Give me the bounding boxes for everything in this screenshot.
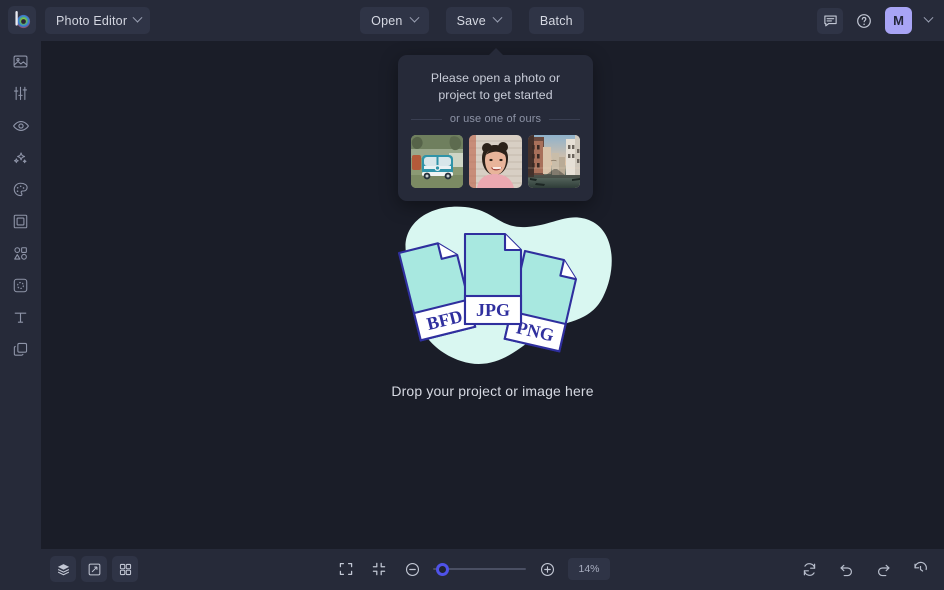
file-card-jpg: JPG	[463, 232, 522, 326]
batch-button-label: Batch	[539, 13, 573, 28]
overlay-icon	[13, 278, 28, 293]
minus-circle-icon	[405, 562, 419, 576]
layers-panel-button[interactable]	[50, 556, 76, 582]
popover-title: Please open a photo or project to get st…	[430, 71, 561, 102]
popover-divider: or use one of ours	[411, 113, 580, 125]
file-card-jpg-label: JPG	[476, 300, 510, 320]
photo-editor-app: Photo Editor Open Save Batch M Please op…	[0, 0, 944, 590]
top-toolbar: Photo Editor Open Save Batch M	[0, 0, 944, 41]
chevron-down-icon	[409, 12, 420, 23]
app-mode-menu[interactable]: Photo Editor	[45, 7, 151, 34]
help-button[interactable]	[852, 9, 876, 33]
divider-line-left	[411, 118, 442, 120]
plus-circle-icon	[540, 562, 554, 576]
zoom-slider-handle[interactable]	[436, 562, 450, 576]
fit-to-screen-icon	[339, 562, 353, 576]
sidebar-item-graphics[interactable]	[6, 242, 36, 265]
open-button-label: Open	[371, 13, 403, 28]
sidebar-item-image[interactable]	[6, 50, 36, 73]
save-button-label: Save	[456, 13, 486, 28]
frame-icon	[13, 214, 28, 229]
resize-button[interactable]	[81, 556, 107, 582]
feedback-button[interactable]	[817, 7, 843, 34]
chevron-down-icon	[923, 12, 933, 23]
sample-thumbnails	[411, 135, 580, 188]
sidebar-item-edit[interactable]	[6, 82, 36, 105]
sidebar-item-text[interactable]	[6, 306, 36, 329]
zoom-level-value[interactable]: 14%	[568, 558, 610, 580]
image-icon	[13, 55, 28, 68]
left-sidebar	[0, 41, 41, 549]
drop-zone-label: Drop your project or image here	[391, 383, 594, 399]
reset-button[interactable]	[797, 557, 821, 581]
chat-bubble-icon	[823, 15, 837, 27]
undo-icon	[839, 564, 852, 576]
van-photo	[411, 135, 464, 188]
sidebar-item-overlays[interactable]	[6, 274, 36, 297]
question-circle-icon	[857, 13, 871, 28]
redo-icon	[877, 564, 890, 576]
chevron-down-icon	[132, 12, 143, 23]
portrait-photo	[469, 135, 522, 188]
sidebar-item-layers[interactable]	[6, 338, 36, 361]
sidebar-item-touchup[interactable]	[6, 114, 36, 137]
text-icon	[14, 312, 27, 323]
sample-thumbnail-portrait[interactable]	[469, 135, 522, 188]
file-drop-illustration: BFD PNG JPG	[397, 206, 612, 365]
sidebar-item-artsy[interactable]	[6, 178, 36, 201]
batch-button[interactable]: Batch	[528, 7, 584, 34]
eye-icon	[12, 120, 29, 131]
zoom-out-button[interactable]	[400, 557, 424, 581]
top-right-actions: M	[817, 6, 935, 35]
save-button[interactable]: Save	[445, 7, 512, 34]
resize-icon	[88, 563, 100, 575]
layers-icon	[13, 342, 28, 356]
history-button[interactable]	[908, 557, 932, 581]
befunky-logo-icon	[15, 11, 31, 29]
sidebar-item-frames[interactable]	[6, 210, 36, 233]
app-logo[interactable]	[8, 6, 36, 34]
open-photo-popover: Please open a photo or project to get st…	[398, 48, 593, 201]
zoom-slider[interactable]	[433, 557, 526, 581]
canvas-area[interactable]: Please open a photo or project to get st…	[41, 41, 944, 549]
zoom-in-button[interactable]	[535, 557, 559, 581]
undo-button[interactable]	[834, 557, 858, 581]
sample-thumbnail-canal[interactable]	[527, 135, 580, 188]
sliders-icon	[13, 86, 28, 101]
fit-to-screen-button[interactable]	[334, 557, 358, 581]
redo-button[interactable]	[871, 557, 895, 581]
chevron-down-icon	[492, 12, 503, 23]
reset-icon	[803, 562, 815, 576]
shapes-icon	[14, 247, 27, 260]
bottom-status-bar: 14%	[0, 549, 944, 590]
sample-thumbnail-van[interactable]	[411, 135, 464, 188]
fit-content-icon	[372, 562, 386, 576]
fit-content-button[interactable]	[367, 557, 391, 581]
sparkles-icon	[13, 152, 27, 164]
account-menu-button[interactable]	[921, 12, 935, 24]
popover-divider-label: or use one of ours	[449, 113, 542, 125]
palette-icon	[13, 182, 28, 197]
grid-icon	[119, 563, 131, 575]
open-button[interactable]: Open	[360, 7, 429, 34]
grid-button[interactable]	[112, 556, 138, 582]
history-icon	[913, 561, 927, 572]
sidebar-item-ai[interactable]	[6, 146, 36, 169]
user-avatar[interactable]: M	[885, 7, 912, 34]
drop-zone[interactable]: BFD PNG JPG Drop your project or image h…	[41, 201, 944, 399]
status-right-tools	[797, 557, 932, 581]
app-mode-label: Photo Editor	[56, 13, 128, 28]
status-left-tools	[50, 556, 138, 582]
divider-line-right	[549, 118, 580, 120]
layers-stack-icon	[57, 563, 69, 575]
canal-photo	[527, 135, 580, 188]
